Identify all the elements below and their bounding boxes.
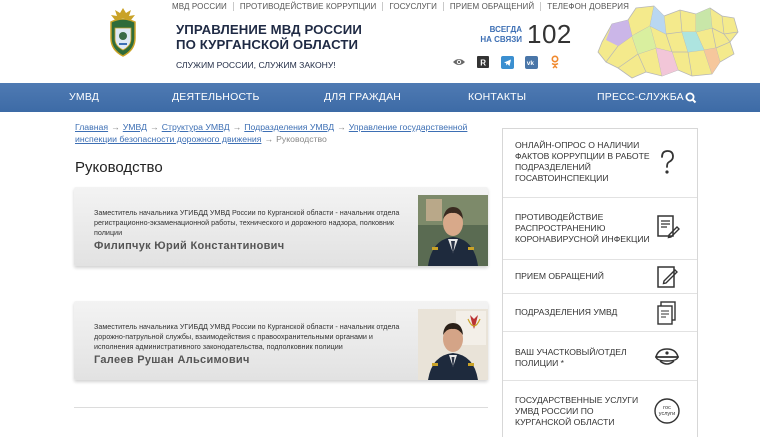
rutube-icon[interactable]: R — [476, 55, 490, 69]
always-online-label: ВСЕГДА НА СВЯЗИ — [478, 25, 522, 44]
vk-icon[interactable]: vk — [524, 55, 538, 69]
sidebar-item-label: ПОДРАЗДЕЛЕНИЯ УМВД — [515, 307, 618, 317]
sidebar-item-corruption-survey[interactable]: ОНЛАЙН-ОПРОС О НАЛИЧИИ ФАКТОВ КОРРУПЦИИ … — [503, 129, 697, 198]
breadcrumb-separator: → — [337, 122, 346, 132]
breadcrumb-umvd[interactable]: УМВД — [123, 122, 147, 132]
nav-item-for-citizens[interactable]: ДЛЯ ГРАЖДАН — [324, 83, 401, 112]
top-link-gosuslugi[interactable]: ГОСУСЛУГИ — [383, 2, 444, 11]
staff-position: Заместитель начальника УГИБДД УМВД Росси… — [94, 208, 400, 237]
page-title: Руководство — [75, 159, 163, 176]
svg-text:vk: vk — [526, 60, 534, 67]
always-line2: НА СВЯЗИ — [480, 34, 522, 44]
sidebar: ОНЛАЙН-ОПРОС О НАЛИЧИИ ФАКТОВ КОРРУПЦИИ … — [502, 128, 698, 437]
sidebar-item-appeals[interactable]: ПРИЕМ ОБРАЩЕНИЙ — [503, 260, 697, 294]
nav-item-press[interactable]: ПРЕСС-СЛУЖБА — [597, 83, 684, 112]
staff-photo — [418, 309, 488, 380]
gosuslugi-badge-text: гос услуги — [658, 405, 676, 417]
always-line1: ВСЕГДА — [489, 25, 522, 34]
svg-text:R: R — [480, 58, 486, 67]
breadcrumb-current: Руководство — [276, 134, 327, 144]
document-pen-icon — [657, 215, 680, 239]
content-divider — [74, 407, 488, 408]
staff-name[interactable]: Филипчук Юрий Константинович — [94, 240, 284, 252]
sidebar-item-label: ОНЛАЙН-ОПРОС О НАЛИЧИИ ФАКТОВ КОРРУПЦИИ … — [515, 140, 650, 183]
top-link-mvd[interactable]: МВД РОССИИ — [172, 2, 234, 11]
breadcrumb-separator: → — [111, 122, 120, 132]
top-links: МВД РОССИИ ПРОТИВОДЕЙСТВИЕ КОРРУПЦИИ ГОС… — [172, 2, 635, 11]
top-link-appeals[interactable]: ПРИЕМ ОБРАЩЕНИЙ — [444, 2, 542, 11]
nav-item-umvd[interactable]: УМВД — [69, 83, 99, 112]
sidebar-item-label: ПРИЕМ ОБРАЩЕНИЙ — [515, 271, 604, 281]
mvd-emblem-logo[interactable] — [104, 6, 142, 58]
main-nav: УМВД ДЕЯТЕЛЬНОСТЬ ДЛЯ ГРАЖДАН КОНТАКТЫ П… — [0, 83, 760, 112]
breadcrumb-separator: → — [150, 122, 159, 132]
breadcrumb: Главная → УМВД → Структура УМВД → Подразделени… — [75, 121, 485, 145]
sidebar-item-label: ПРОТИВОДЕЙСТВИЕ РАСПРОСТРАНЕНИЮ КОРОНАВИ… — [515, 212, 650, 244]
eye-icon[interactable] — [452, 55, 466, 69]
breadcrumb-separator: → — [264, 134, 274, 144]
police-cap-icon — [655, 348, 679, 365]
region-map-image[interactable] — [592, 2, 742, 80]
question-icon — [661, 150, 674, 174]
sidebar-item-district-officer[interactable]: ВАШ УЧАСТКОВЫЙ/ОТДЕЛ ПОЛИЦИИ * — [503, 332, 697, 381]
staff-name[interactable]: Галеев Рушан Альсимович — [94, 354, 250, 366]
staff-position: Заместитель начальника УГИБДД УМВД Росси… — [94, 322, 400, 351]
nav-item-contacts[interactable]: КОНТАКТЫ — [468, 83, 526, 112]
social-links: R vk — [452, 55, 562, 69]
sidebar-item-coronavirus[interactable]: ПРОТИВОДЕЙСТВИЕ РАСПРОСТРАНЕНИЮ КОРОНАВИ… — [503, 198, 697, 260]
emergency-phone[interactable]: 102 — [527, 19, 572, 50]
org-title-line2: ПО КУРГАНСКОЙ ОБЛАСТИ — [176, 37, 359, 52]
org-title-line1: УПРАВЛЕНИЕ МВД РОССИИ — [176, 22, 362, 37]
sidebar-item-label: ВАШ УЧАСТКОВЫЙ/ОТДЕЛ ПОЛИЦИИ * — [515, 347, 627, 368]
staff-card[interactable]: Заместитель начальника УГИБДД УМВД Росси… — [74, 301, 488, 380]
staff-card[interactable]: Заместитель начальника УГИБДД УМВД Росси… — [74, 187, 488, 266]
breadcrumb-home[interactable]: Главная — [75, 122, 108, 132]
breadcrumb-departments[interactable]: Подразделения УМВД — [244, 122, 334, 132]
nav-item-activity[interactable]: ДЕЯТЕЛЬНОСТЬ — [172, 83, 260, 112]
breadcrumb-separator: → — [232, 122, 242, 132]
sidebar-item-gosuslugi[interactable]: ГОСУДАРСТВЕННЫЕ УСЛУГИ УМВД РОССИИ ПО КУ… — [503, 381, 697, 437]
org-title[interactable]: УПРАВЛЕНИЕ МВД РОССИИ ПО КУРГАНСКОЙ ОБЛА… — [176, 22, 362, 52]
edit-icon — [657, 266, 678, 288]
sidebar-item-departments[interactable]: ПОДРАЗДЕЛЕНИЯ УМВД — [503, 294, 697, 332]
top-link-anticorruption[interactable]: ПРОТИВОДЕЙСТВИЕ КОРРУПЦИИ — [234, 2, 384, 11]
odnoklassniki-icon[interactable] — [548, 55, 562, 69]
telegram-icon[interactable] — [500, 55, 514, 69]
slogan: СЛУЖИМ РОССИИ, СЛУЖИМ ЗАКОНУ! — [176, 60, 336, 70]
site-header: МВД РОССИИ ПРОТИВОДЕЙСТВИЕ КОРРУПЦИИ ГОС… — [0, 0, 760, 83]
documents-icon — [657, 301, 676, 325]
staff-photo — [418, 195, 488, 266]
search-icon[interactable] — [684, 91, 698, 105]
breadcrumb-structure[interactable]: Структура УМВД — [162, 122, 230, 132]
sidebar-item-label: ГОСУДАРСТВЕННЫЕ УСЛУГИ УМВД РОССИИ ПО КУ… — [515, 395, 639, 427]
